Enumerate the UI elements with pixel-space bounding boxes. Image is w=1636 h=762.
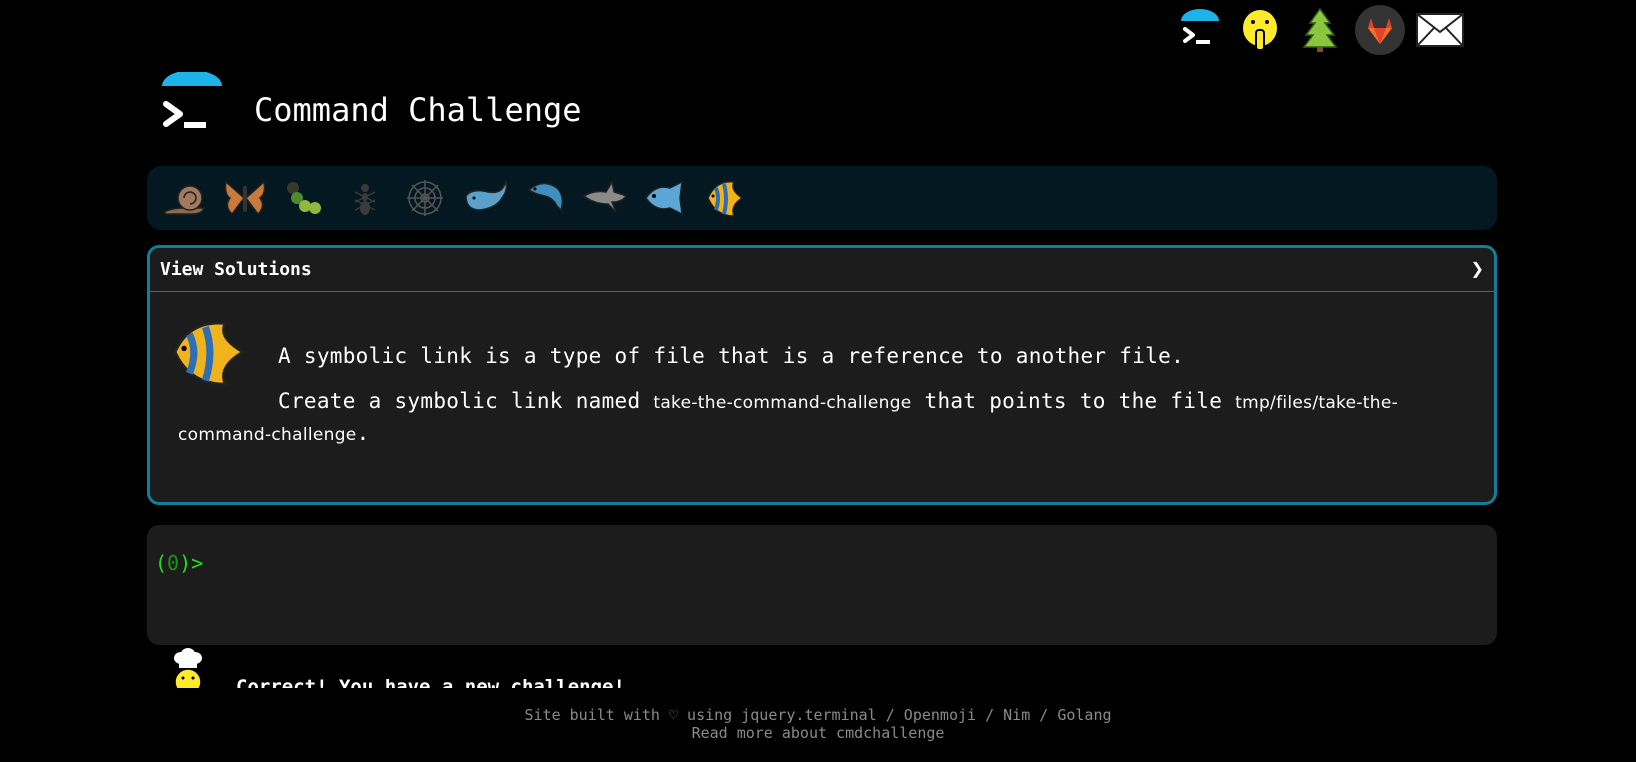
fish-icon xyxy=(645,180,683,216)
chef-avatar-icon xyxy=(174,648,202,688)
butterfly-icon xyxy=(224,180,266,216)
tree-icon xyxy=(1302,7,1338,52)
task-middle: that points to the file xyxy=(911,389,1236,413)
top-nav xyxy=(1170,0,1470,60)
home-logo-button[interactable] xyxy=(1170,0,1230,60)
ant-icon xyxy=(354,184,376,215)
message-text: Correct! You have a new challenge! xyxy=(236,676,625,688)
shark-icon xyxy=(582,179,628,213)
task-link-name: take-the-command-challenge xyxy=(653,393,912,413)
level-dolphin[interactable] xyxy=(515,168,575,228)
level-whale[interactable] xyxy=(455,168,515,228)
level-shark[interactable] xyxy=(575,168,635,228)
task-suffix: . xyxy=(356,421,370,445)
chevron-right-icon: ❯ xyxy=(1470,257,1484,282)
terminal[interactable]: (0)> xyxy=(147,525,1497,645)
shush-button[interactable] xyxy=(1230,0,1290,60)
level-snail[interactable] xyxy=(155,168,215,228)
challenge-panel: View Solutions ❯ A symbolic link is a ty… xyxy=(147,245,1497,505)
footer: Site built with ♡ using jquery.terminal … xyxy=(0,706,1636,742)
challenge-task: Create a symbolic link named take-the-co… xyxy=(178,386,1466,450)
level-fish[interactable] xyxy=(635,168,695,228)
level-butterfly[interactable] xyxy=(215,168,275,228)
contact-button[interactable] xyxy=(1410,0,1470,60)
level-ant[interactable] xyxy=(335,168,395,228)
challenge-description: A symbolic link is a type of file that i… xyxy=(150,292,1494,470)
page: Command Challenge View Solutions ❯ A sym… xyxy=(0,0,1636,762)
tropical-fish-icon xyxy=(707,181,744,217)
level-spider-web[interactable] xyxy=(395,168,455,228)
whale-icon xyxy=(465,179,508,211)
prompt-count: 0 xyxy=(167,551,180,575)
shushing-face-icon xyxy=(1241,8,1279,51)
level-bar xyxy=(147,166,1497,230)
gitlab-button[interactable] xyxy=(1350,0,1410,60)
snail-icon xyxy=(162,185,206,215)
view-solutions-toggle[interactable]: View Solutions ❯ xyxy=(150,248,1494,292)
footer-about-link[interactable]: Read more about cmdchallenge xyxy=(0,724,1636,742)
task-prefix: Create a symbolic link named xyxy=(278,389,654,413)
terminal-logo-icon xyxy=(162,72,222,128)
challenge-intro: A symbolic link is a type of file that i… xyxy=(278,344,1185,368)
page-title: Command Challenge xyxy=(254,91,582,129)
tree-button[interactable] xyxy=(1290,0,1350,60)
envelope-icon xyxy=(1416,13,1464,47)
spider-web-icon xyxy=(407,180,443,216)
terminal-prompt: (0)> xyxy=(155,551,203,575)
level-caterpillar[interactable] xyxy=(275,168,335,228)
logo-icon xyxy=(1181,9,1219,44)
header: Command Challenge xyxy=(160,72,582,136)
prompt-close: )> xyxy=(179,551,204,575)
caterpillar-icon xyxy=(287,182,321,214)
prompt-open: ( xyxy=(155,551,168,575)
tropical-fish-icon xyxy=(173,321,246,386)
gitlab-icon xyxy=(1355,5,1405,55)
dolphin-icon xyxy=(527,182,564,212)
message-area: Correct! You have a new challenge! xyxy=(170,646,1490,688)
footer-credits[interactable]: Site built with ♡ using jquery.terminal … xyxy=(0,706,1636,724)
level-tropical-fish[interactable] xyxy=(695,168,755,228)
view-solutions-label: View Solutions xyxy=(160,259,312,280)
